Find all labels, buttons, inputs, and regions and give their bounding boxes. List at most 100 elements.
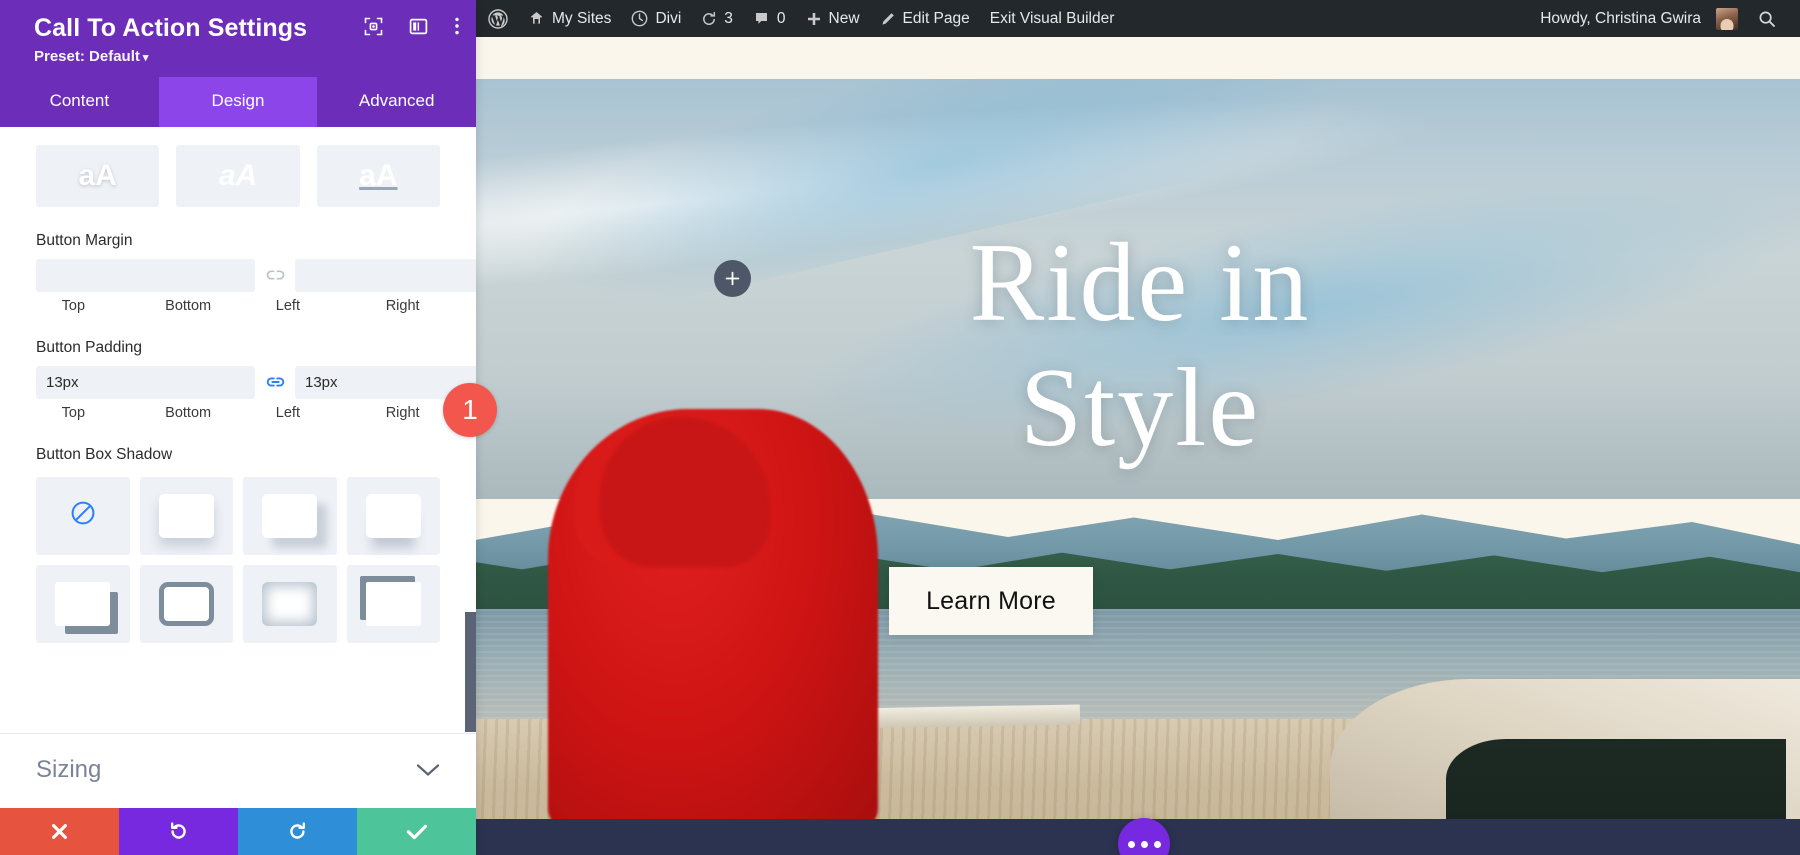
link-connected-icon[interactable] bbox=[255, 375, 295, 389]
preset-label: Preset: Default bbox=[34, 48, 140, 65]
no-shadow-icon bbox=[69, 499, 97, 532]
cancel-button[interactable] bbox=[0, 808, 119, 855]
button-box-shadow-label: Button Box Shadow bbox=[36, 446, 440, 464]
admin-bar-label: Exit Visual Builder bbox=[990, 10, 1115, 28]
sublabel-right: Right bbox=[365, 298, 440, 314]
save-button[interactable] bbox=[357, 808, 476, 855]
admin-bar-right-group: Howdy, Christina Gwira bbox=[1530, 0, 1800, 37]
undo-button[interactable] bbox=[119, 808, 238, 855]
sublabel-top: Top bbox=[36, 405, 111, 421]
button-margin-top-input[interactable] bbox=[36, 259, 255, 292]
admin-bar-search-button[interactable] bbox=[1748, 0, 1786, 37]
spacer bbox=[226, 405, 251, 421]
chevron-down-icon: ▾ bbox=[143, 52, 149, 64]
sublabel-group: Left Right bbox=[251, 405, 441, 421]
spacer bbox=[111, 405, 151, 421]
spacer bbox=[111, 298, 151, 314]
spacer bbox=[226, 298, 251, 314]
shadow-drop-deep-option[interactable] bbox=[347, 477, 441, 555]
hero-title-line-2: Style bbox=[860, 346, 1420, 471]
panel-header: Call To Action Settings Preset: Default▾ bbox=[0, 0, 476, 77]
sublabel-group: Top Bottom bbox=[36, 298, 226, 314]
admin-bar-item-my-sites[interactable]: My Sites bbox=[518, 0, 621, 37]
button-box-shadow-options bbox=[36, 477, 440, 643]
undo-icon bbox=[168, 821, 189, 842]
panel-tabs: Content Design Advanced bbox=[0, 77, 476, 127]
divi-icon bbox=[631, 10, 648, 27]
plus-icon bbox=[806, 11, 822, 27]
redo-button[interactable] bbox=[238, 808, 357, 855]
admin-bar-item-exit-visual-builder[interactable]: Exit Visual Builder bbox=[980, 0, 1125, 37]
panel-footer-actions bbox=[0, 808, 476, 855]
admin-bar-label: My Sites bbox=[552, 10, 611, 28]
tab-content[interactable]: Content bbox=[0, 77, 159, 127]
add-module-button[interactable] bbox=[714, 260, 751, 297]
button-padding-label: Button Padding bbox=[36, 339, 440, 357]
preset-selector[interactable]: Preset: Default▾ bbox=[34, 48, 456, 65]
multisite-icon bbox=[528, 10, 545, 27]
more-vertical-icon[interactable] bbox=[454, 16, 460, 36]
admin-bar-label: 3 bbox=[724, 10, 733, 28]
admin-bar-item-edit-page[interactable]: Edit Page bbox=[870, 0, 980, 37]
shadow-preview bbox=[262, 582, 317, 626]
shadow-outline-option[interactable] bbox=[140, 565, 234, 643]
avatar bbox=[1716, 8, 1738, 30]
shadow-preview bbox=[366, 494, 421, 538]
sizing-section-toggle[interactable]: Sizing bbox=[0, 733, 476, 808]
ellipsis-dot bbox=[1141, 841, 1148, 848]
font-style-bold-button[interactable]: aA bbox=[36, 145, 159, 207]
sublabel-bottom: Bottom bbox=[151, 405, 226, 421]
tab-design[interactable]: Design bbox=[159, 77, 318, 127]
tab-advanced[interactable]: Advanced bbox=[317, 77, 476, 127]
panel-scrollbar[interactable] bbox=[465, 612, 476, 732]
shadow-inset-option[interactable] bbox=[243, 565, 337, 643]
hero-title-line-1: Ride in bbox=[860, 221, 1420, 346]
comments-icon bbox=[753, 10, 770, 27]
button-padding-vertical-group bbox=[36, 366, 476, 399]
shadow-preview bbox=[159, 582, 214, 626]
admin-bar-label: Edit Page bbox=[903, 10, 970, 28]
check-icon bbox=[406, 823, 428, 841]
shadow-soft-bottom-option[interactable] bbox=[140, 477, 234, 555]
font-style-underline-button[interactable]: aA bbox=[317, 145, 440, 207]
sublabel-top: Top bbox=[36, 298, 111, 314]
shadow-hard-offset-option[interactable] bbox=[36, 565, 130, 643]
button-margin-vertical-group bbox=[36, 259, 476, 292]
learn-more-button[interactable]: Learn More bbox=[889, 567, 1093, 635]
panel-body: aA aA aA Button Margin bbox=[0, 127, 476, 808]
sublabel-left: Left bbox=[251, 405, 326, 421]
button-margin-bottom-input[interactable] bbox=[295, 259, 476, 292]
admin-bar-item-updates[interactable]: 3 bbox=[691, 0, 743, 37]
ellipsis-dot bbox=[1128, 841, 1135, 848]
panel-header-actions bbox=[364, 16, 460, 36]
shadow-none-option[interactable] bbox=[36, 477, 130, 555]
font-style-glyph: aA bbox=[359, 159, 397, 193]
font-style-italic-button[interactable]: aA bbox=[176, 145, 299, 207]
module-settings-panel: Call To Action Settings Preset: Default▾ bbox=[0, 0, 476, 855]
search-icon bbox=[1758, 10, 1776, 28]
sublabel-right: Right bbox=[365, 405, 440, 421]
shadow-corner-outline-option[interactable] bbox=[347, 565, 441, 643]
hero-heading: Ride in Style bbox=[860, 221, 1420, 472]
font-style-glyph: aA bbox=[219, 159, 257, 193]
redo-icon bbox=[287, 821, 308, 842]
link-broken-icon[interactable] bbox=[255, 268, 295, 282]
step-badge: 1 bbox=[443, 383, 497, 437]
layout-panel-icon[interactable] bbox=[409, 17, 428, 36]
font-style-options: aA aA aA bbox=[36, 145, 440, 207]
shadow-preview bbox=[366, 582, 421, 626]
admin-bar-label: Divi bbox=[655, 10, 681, 28]
focus-target-icon[interactable] bbox=[364, 17, 383, 36]
admin-bar-item-divi[interactable]: Divi bbox=[621, 0, 691, 37]
admin-bar-item-comments[interactable]: 0 bbox=[743, 0, 796, 37]
wordpress-logo-button[interactable] bbox=[478, 0, 518, 37]
button-margin-controls bbox=[36, 259, 440, 292]
pencil-icon bbox=[880, 11, 896, 27]
sublabel-group: Left Right bbox=[251, 298, 441, 314]
button-padding-sublabels: Top Bottom Left Right bbox=[36, 405, 440, 421]
shadow-diagonal-option[interactable] bbox=[243, 477, 337, 555]
account-menu[interactable]: Howdy, Christina Gwira bbox=[1530, 0, 1748, 37]
admin-bar-label: 0 bbox=[777, 10, 786, 28]
admin-bar-item-new[interactable]: New bbox=[796, 0, 870, 37]
button-padding-top-input[interactable] bbox=[36, 366, 255, 399]
